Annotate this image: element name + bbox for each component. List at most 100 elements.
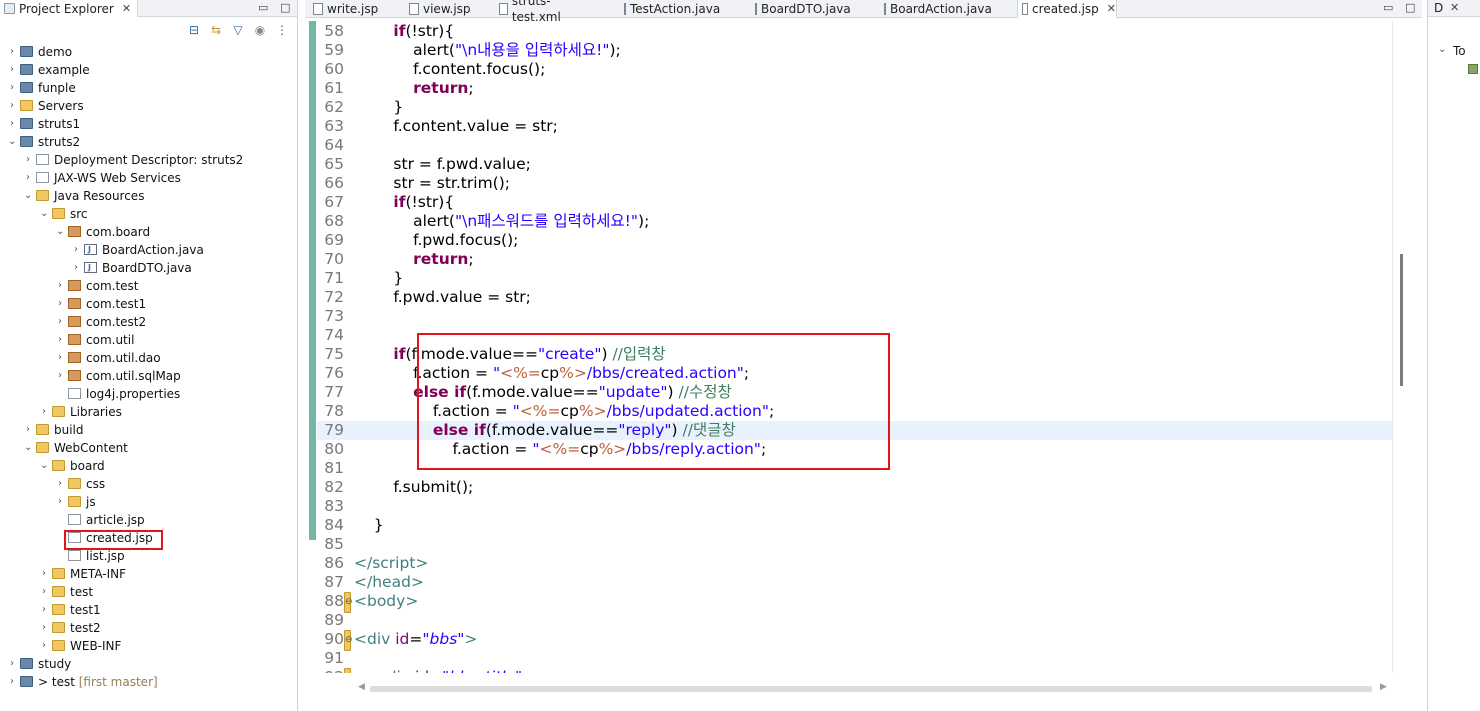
tree-item[interactable]: ⌄ board	[0, 457, 297, 475]
outline-tab-label[interactable]: D	[1434, 0, 1443, 16]
editor-maximize-icon[interactable]: □	[1405, 1, 1415, 15]
fold-icon[interactable]: ⊖	[344, 630, 353, 651]
editor-tab[interactable]: created.jsp ✕	[1017, 0, 1117, 18]
chevron-down-icon[interactable]: ⌄	[8, 133, 16, 151]
chevron-down-icon[interactable]: ⌄	[40, 457, 48, 475]
maximize-icon[interactable]: □	[280, 1, 290, 15]
code-line[interactable]: 91	[317, 649, 1392, 668]
code-line[interactable]: 89	[317, 611, 1392, 630]
editor-tab[interactable]: write.jsp	[309, 0, 401, 18]
tree-item[interactable]: › com.test	[0, 277, 297, 295]
editor-tab[interactable]: view.jsp	[405, 0, 497, 18]
tree-item[interactable]: › com.test1	[0, 295, 297, 313]
vertical-scroll-thumb[interactable]	[1400, 254, 1403, 386]
tree-item[interactable]: › com.util.sqlMap	[0, 367, 297, 385]
code-line[interactable]: 90 ⊖ <div id="bbs">	[317, 630, 1392, 651]
chevron-down-icon[interactable]: ⌄	[1438, 44, 1446, 55]
editor-tab[interactable]: BoardDTO.java	[751, 0, 851, 18]
chevron-right-icon[interactable]: ›	[40, 637, 48, 655]
chevron-right-icon[interactable]: ›	[40, 403, 48, 421]
chevron-right-icon[interactable]: ›	[72, 259, 80, 277]
code-line[interactable]: 86 </script>	[317, 554, 1392, 573]
editor-tab[interactable]: TestAction.java	[620, 0, 720, 18]
tree-item[interactable]: ⌄ Java Resources	[0, 187, 297, 205]
code-line[interactable]: 60 f.content.focus();	[317, 60, 1392, 79]
vertical-scrollbar[interactable]	[1392, 21, 1406, 673]
collapse-all-icon[interactable]: ⊟	[187, 23, 201, 37]
horizontal-scroll-thumb[interactable]	[370, 686, 1372, 692]
tree-item[interactable]: › funple	[0, 79, 297, 97]
tree-item[interactable]: › WEB-INF	[0, 637, 297, 655]
tree-item[interactable]: › Deployment Descriptor: struts2	[0, 151, 297, 169]
tree-item[interactable]: ⌄ struts2	[0, 133, 297, 151]
close-icon[interactable]: ✕	[1450, 1, 1459, 14]
chevron-right-icon[interactable]: ›	[56, 475, 64, 493]
code-line[interactable]: 92⊖ <div id="bbs_title">	[317, 668, 1392, 673]
code-line[interactable]: 63 f.content.value = str;	[317, 117, 1392, 136]
chevron-right-icon[interactable]: ›	[8, 115, 16, 133]
code-line[interactable]: 82 f.submit();	[317, 478, 1392, 497]
code-line[interactable]: 68 alert("\n패스워드를 입력하세요!");	[317, 212, 1392, 231]
chevron-right-icon[interactable]: ›	[56, 349, 64, 367]
tree-item[interactable]: › BoardDTO.java	[0, 259, 297, 277]
code-line[interactable]: 85	[317, 535, 1392, 554]
code-line[interactable]: 66 str = str.trim();	[317, 174, 1392, 193]
code-line[interactable]: 58 if(!str){	[317, 22, 1392, 41]
fold-icon[interactable]: ⊖	[344, 592, 353, 613]
code-line[interactable]: 67 if(!str){	[317, 193, 1392, 212]
tree-item[interactable]: › Libraries	[0, 403, 297, 421]
tree-item[interactable]: › css	[0, 475, 297, 493]
code-line[interactable]: 84 }	[317, 516, 1392, 535]
tree-item[interactable]: › struts1	[0, 115, 297, 133]
chevron-right-icon[interactable]: ›	[24, 151, 32, 169]
filter-icon[interactable]: ▽	[231, 23, 245, 37]
chevron-down-icon[interactable]: ⌄	[24, 187, 32, 205]
link-with-editor-icon[interactable]: ⇆	[209, 23, 223, 37]
tree-item[interactable]: › test2	[0, 619, 297, 637]
fold-icon[interactable]: ⊖	[344, 668, 351, 673]
tree-item[interactable]: › JAX-WS Web Services	[0, 169, 297, 187]
code-line[interactable]: 83	[317, 497, 1392, 516]
view-menu-icon[interactable]: ⋮	[275, 23, 289, 37]
chevron-right-icon[interactable]: ›	[40, 583, 48, 601]
chevron-right-icon[interactable]: ›	[8, 655, 16, 673]
chevron-right-icon[interactable]: ›	[24, 169, 32, 187]
chevron-right-icon[interactable]: ›	[8, 97, 16, 115]
code-line[interactable]: 88 ⊖ <body>	[317, 592, 1392, 613]
tree-item[interactable]: › > test [first master]	[0, 673, 297, 691]
code-line[interactable]: 65 str = f.pwd.value;	[317, 155, 1392, 174]
tree-item[interactable]: › Servers	[0, 97, 297, 115]
outline-item[interactable]: To	[1453, 44, 1466, 58]
project-explorer-tab[interactable]: Project Explorer ✕	[0, 0, 139, 17]
tree-item[interactable]: › demo	[0, 43, 297, 61]
chevron-down-icon[interactable]: ⌄	[56, 223, 64, 241]
chevron-right-icon[interactable]: ›	[40, 619, 48, 637]
code-line[interactable]: 64	[317, 136, 1392, 155]
code-line[interactable]: 73	[317, 307, 1392, 326]
code-line[interactable]: 87 </head>	[317, 573, 1392, 592]
tree-item[interactable]: ⌄ com.board	[0, 223, 297, 241]
chevron-right-icon[interactable]: ›	[8, 43, 16, 61]
scroll-right-icon[interactable]: ▶	[1380, 682, 1387, 692]
tree-item[interactable]: log4j.properties	[0, 385, 297, 403]
close-icon[interactable]: ✕	[1107, 1, 1116, 17]
code-line[interactable]: 70 return;	[317, 250, 1392, 269]
tree-item[interactable]: › com.util	[0, 331, 297, 349]
chevron-down-icon[interactable]: ⌄	[24, 439, 32, 457]
code-line[interactable]: 71 }	[317, 269, 1392, 288]
close-icon[interactable]: ✕	[122, 1, 131, 17]
tree-item[interactable]: › test	[0, 583, 297, 601]
tree-item[interactable]: › study	[0, 655, 297, 673]
chevron-right-icon[interactable]: ›	[8, 79, 16, 97]
scroll-left-icon[interactable]: ◀	[358, 682, 365, 692]
tree-item[interactable]: ⌄ src	[0, 205, 297, 223]
tree-item[interactable]: › com.test2	[0, 313, 297, 331]
chevron-down-icon[interactable]: ⌄	[40, 205, 48, 223]
tree-item[interactable]: ⌄ WebContent	[0, 439, 297, 457]
chevron-right-icon[interactable]: ›	[56, 367, 64, 385]
tree-item[interactable]: › META-INF	[0, 565, 297, 583]
tree-item[interactable]: › example	[0, 61, 297, 79]
chevron-right-icon[interactable]: ›	[56, 295, 64, 313]
editor-tab[interactable]: BoardAction.java	[880, 0, 992, 18]
minimize-icon[interactable]: ▭	[258, 1, 268, 15]
